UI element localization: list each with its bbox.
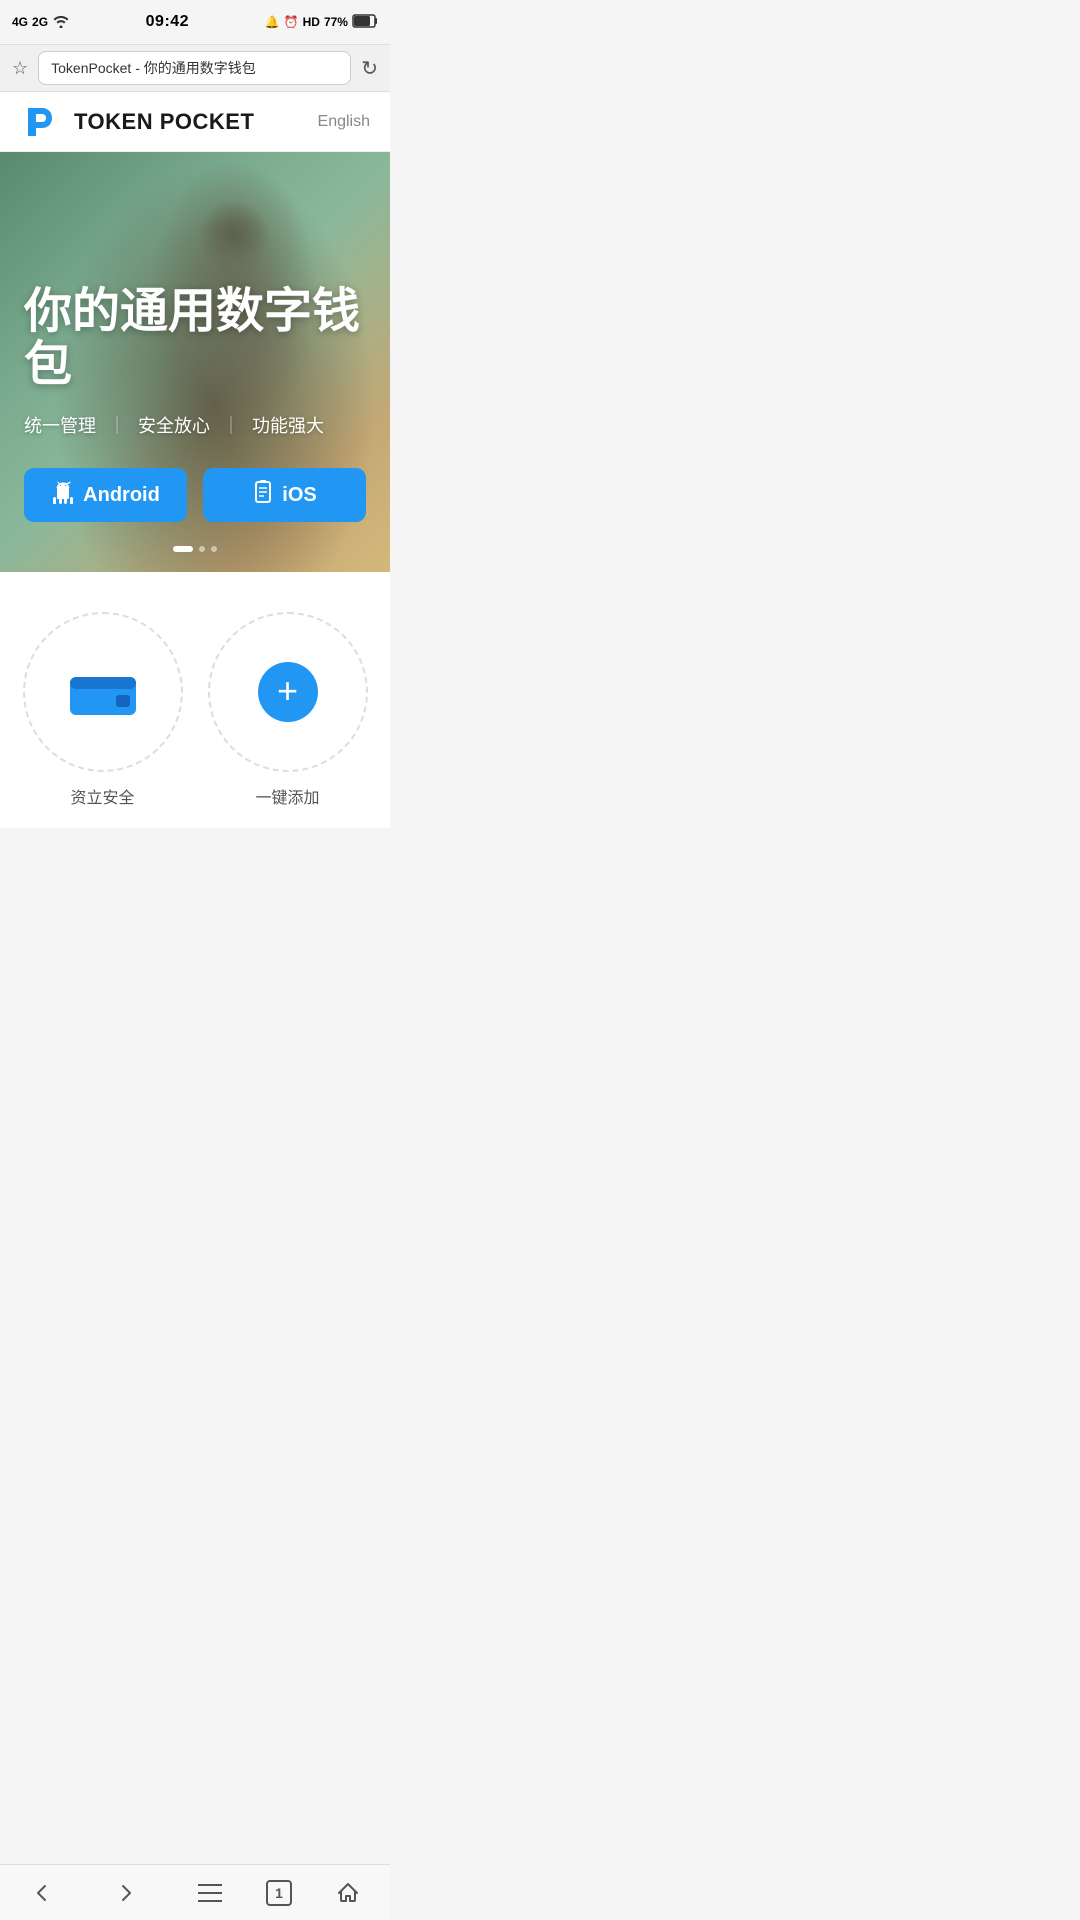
forward-button[interactable]	[98, 1871, 154, 1915]
status-time: 09:42	[146, 13, 189, 31]
subtitle-part3: 功能强大	[252, 412, 324, 438]
divider1: ｜	[108, 412, 126, 438]
slide-dot-3	[211, 546, 217, 552]
battery-percent: 77%	[324, 15, 348, 29]
status-bar: 4G 2G 09:42 🔔 ⏰ HD 77%	[0, 0, 390, 44]
url-bar[interactable]: TokenPocket - 你的通用数字钱包	[38, 51, 351, 85]
android-download-button[interactable]: Android	[24, 468, 187, 522]
features-section: 资立安全 + 一键添加	[0, 572, 390, 828]
call-icon: HD	[303, 15, 320, 29]
feature-circle-add: +	[208, 612, 368, 772]
android-icon	[51, 480, 75, 510]
slide-indicator	[173, 546, 217, 552]
reload-icon[interactable]: ↻	[361, 56, 378, 81]
menu-button[interactable]	[182, 1871, 238, 1915]
alarm-icon: 🔔	[265, 15, 280, 29]
clock-icon: ⏰	[284, 15, 299, 29]
brand-name: TOKEN POCKET	[74, 109, 254, 135]
back-button[interactable]	[14, 1871, 70, 1915]
slide-dot-2	[199, 546, 205, 552]
wifi-icon	[52, 14, 70, 31]
battery-icon	[352, 14, 378, 31]
add-icon: +	[258, 662, 318, 722]
slide-dot-1	[173, 546, 193, 552]
nav-header: TOKEN POCKET English	[0, 92, 390, 152]
logo-container: TOKEN POCKET	[20, 100, 254, 144]
tab-count-button[interactable]: 1	[266, 1880, 292, 1906]
feature-label-add: 一键添加	[255, 784, 319, 808]
feature-card-wallet: 资立安全	[20, 612, 185, 808]
home-button[interactable]	[320, 1871, 376, 1915]
hero-section: 你的通用数字钱包 统一管理 ｜ 安全放心 ｜ 功能强大 Android	[0, 152, 390, 572]
ios-label: iOS	[282, 484, 316, 507]
download-buttons: Android iOS	[24, 468, 366, 522]
wallet-icon	[68, 667, 138, 717]
tokenpocket-logo-icon	[20, 100, 64, 144]
browser-bar: ☆ TokenPocket - 你的通用数字钱包 ↻	[0, 44, 390, 92]
status-network: 4G 2G	[12, 14, 70, 31]
feature-card-add: + 一键添加	[205, 612, 370, 808]
subtitle-part2: 安全放心	[138, 412, 210, 438]
signal-4g: 4G	[12, 15, 28, 29]
hero-title: 你的通用数字钱包	[24, 286, 366, 412]
feature-circle-wallet	[23, 612, 183, 772]
divider2: ｜	[222, 412, 240, 438]
feature-label-wallet: 资立安全	[70, 784, 134, 808]
subtitle-part1: 统一管理	[24, 412, 96, 438]
hero-subtitle: 统一管理 ｜ 安全放心 ｜ 功能强大	[24, 412, 366, 438]
language-button[interactable]: English	[318, 113, 370, 131]
ios-icon	[252, 480, 274, 510]
signal-2g: 2G	[32, 15, 48, 29]
bookmark-icon[interactable]: ☆	[12, 58, 28, 79]
status-icons: 🔔 ⏰ HD 77%	[265, 14, 378, 31]
android-label: Android	[83, 484, 160, 507]
bottom-nav: 1	[0, 1864, 390, 1920]
ios-download-button[interactable]: iOS	[203, 468, 366, 522]
